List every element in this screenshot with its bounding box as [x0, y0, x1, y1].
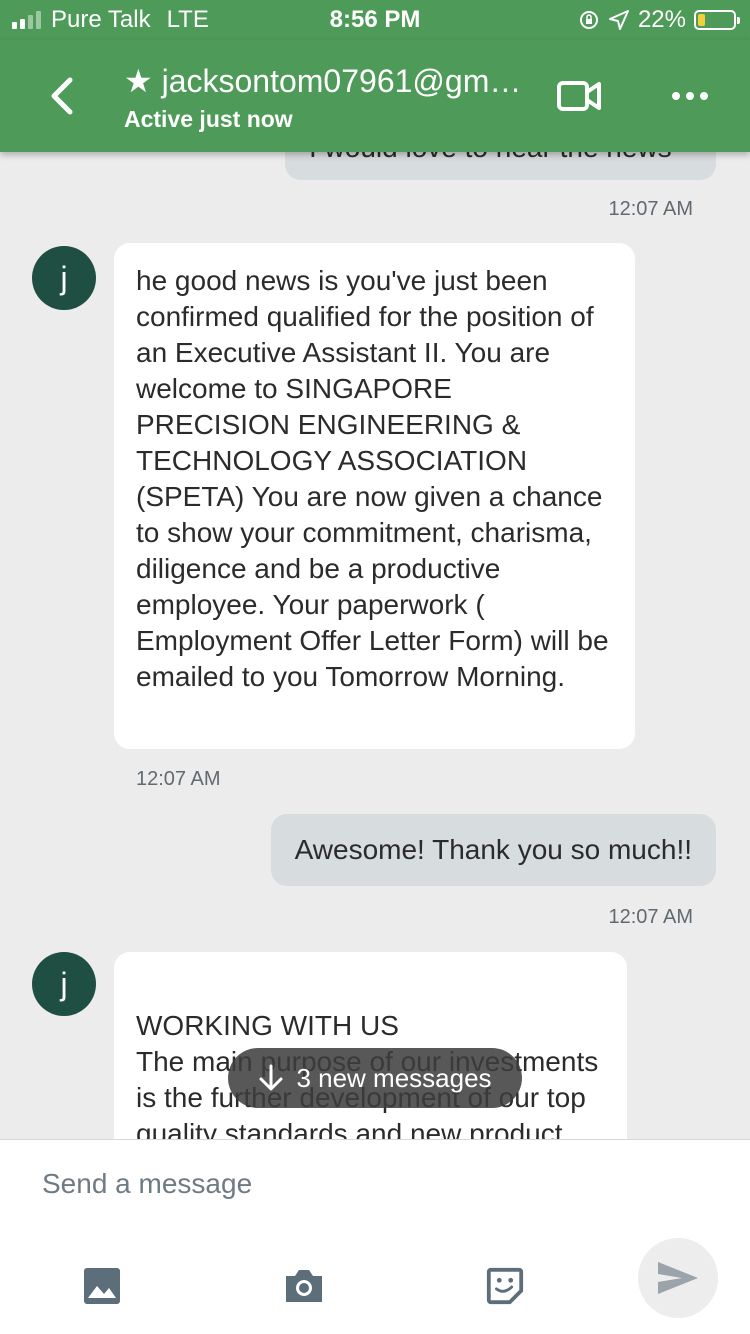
message-input[interactable]: Send a message [42, 1168, 252, 1200]
battery-percent: 22% [637, 6, 686, 33]
contact-title: ★ jacksontom07961@gm… [124, 63, 522, 99]
message-list[interactable]: I would love to hear the news 12:07 AM j… [0, 152, 750, 1139]
message-timestamp: 12:07 AM [608, 906, 693, 928]
send-button[interactable] [638, 1238, 718, 1318]
avatar[interactable]: j [32, 246, 96, 310]
avatar-initial: j [60, 965, 68, 1002]
battery-level [698, 14, 705, 26]
location-icon [608, 10, 629, 30]
message-text: he good news is you've just been confirm… [136, 265, 609, 692]
contact-info[interactable]: ★ jacksontom07961@gm… Active just now [124, 62, 524, 133]
message-timestamp: 12:07 AM [608, 198, 693, 220]
rotation-lock-icon [579, 11, 598, 29]
arrow-down-icon [259, 1064, 283, 1091]
video-call-icon[interactable] [556, 78, 602, 114]
message-bubble-out[interactable]: I would love to hear the news [285, 152, 716, 180]
message-composer: Send a message [0, 1139, 750, 1334]
status-icons: 22% [578, 6, 740, 34]
message-bubble-out[interactable]: Awesome! Thank you so much!! [270, 814, 716, 886]
more-options-icon[interactable] [668, 84, 712, 108]
new-messages-button[interactable]: 3 new messages [228, 1048, 522, 1108]
presence-status: Active just now [124, 106, 293, 132]
message-bubble-in[interactable]: he good news is you've just been confirm… [114, 243, 635, 749]
sticker-icon[interactable] [484, 1266, 526, 1306]
avatar[interactable]: j [32, 952, 96, 1016]
message-text: Awesome! Thank you so much!! [294, 834, 692, 865]
new-messages-label: 3 new messages [296, 1062, 492, 1093]
image-icon[interactable] [82, 1266, 122, 1306]
back-arrow-icon[interactable] [40, 74, 84, 118]
camera-icon[interactable] [282, 1266, 326, 1306]
message-timestamp: 12:07 AM [136, 768, 221, 790]
battery-icon [694, 10, 740, 30]
status-bar: Pure Talk LTE 8:56 PM 22% [0, 0, 750, 40]
message-text: I would love to hear the news [309, 152, 672, 163]
avatar-initial: j [60, 259, 68, 296]
chat-header: ★ jacksontom07961@gm… Active just now [0, 40, 750, 152]
send-icon [658, 1262, 698, 1294]
message-bubble-in[interactable]: WORKING WITH US The main purpose of our … [114, 952, 627, 1139]
